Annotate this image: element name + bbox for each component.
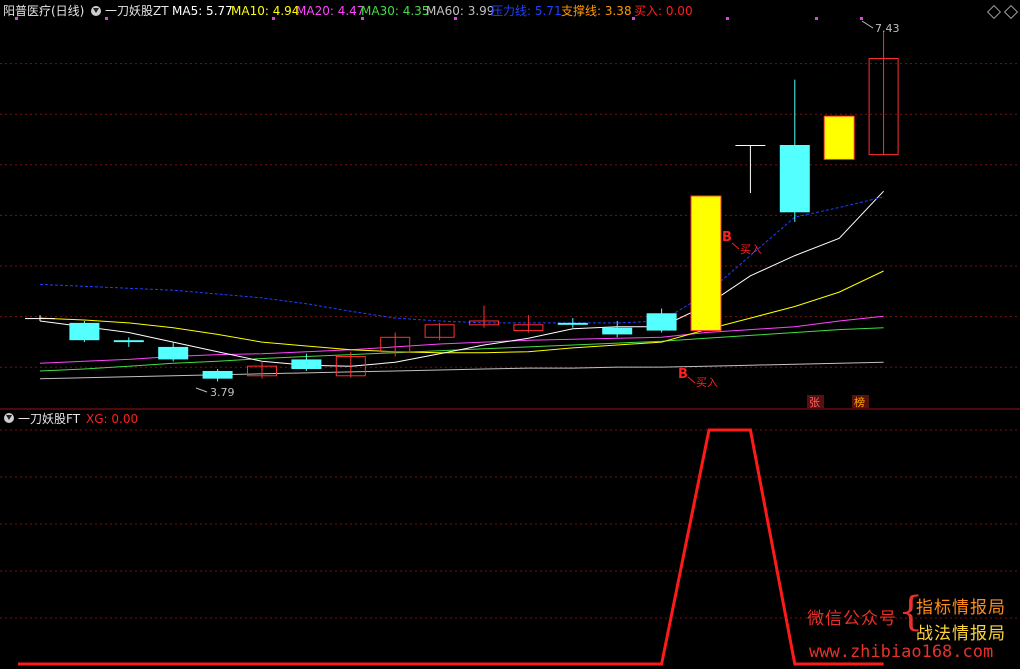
watermark-wechat: 微信公众号 xyxy=(807,609,897,629)
signal-buy-label: 买入 xyxy=(696,376,718,389)
marker-dot xyxy=(454,17,457,20)
sub-indicator-menu-icon[interactable] xyxy=(4,413,14,423)
candle-body xyxy=(69,322,100,341)
tag-bang[interactable]: 榜 xyxy=(854,395,865,409)
candle-body xyxy=(291,359,322,370)
sub-indicator-name[interactable]: 一刀妖股FT xyxy=(18,412,80,426)
xg-signal-line xyxy=(18,428,884,666)
low-price-label: 3.79 xyxy=(210,386,235,399)
candles xyxy=(25,31,899,382)
marker-dot xyxy=(860,17,863,20)
candle-body xyxy=(202,370,233,379)
xg-value: XG: 0.00 xyxy=(86,412,139,426)
tag-zhang[interactable]: 张 xyxy=(809,396,820,409)
marker-dot xyxy=(105,17,108,20)
watermark-url: www.zhibiao168.com xyxy=(809,642,994,662)
low-callout-line xyxy=(195,387,208,393)
sub-panel-legend: 一刀妖股FT XG: 0.00 xyxy=(0,410,1020,426)
marker-dot xyxy=(272,17,275,20)
signal-b-label: B xyxy=(678,367,688,382)
signal-buy-label: 买入 xyxy=(740,243,762,256)
watermark-line3: 战法情报局 xyxy=(916,624,1006,644)
candle-body xyxy=(779,145,810,213)
candle-body xyxy=(113,340,144,343)
candle-body xyxy=(602,327,633,335)
buy-callout-line xyxy=(687,376,696,384)
top-markers xyxy=(15,17,863,20)
high-callout-line xyxy=(861,20,874,29)
kline-chart[interactable]: 7.43 3.79 B 买入 B 买入 张 榜 xyxy=(0,0,1020,669)
high-price-label: 7.43 xyxy=(875,22,900,35)
xg-line xyxy=(18,428,884,666)
marker-dot xyxy=(815,17,818,20)
candle-body xyxy=(690,195,722,332)
marker-dot xyxy=(632,17,635,20)
watermark-line2: 指标情报局 xyxy=(916,598,1006,618)
candle-body xyxy=(823,115,855,160)
marker-dot xyxy=(15,17,18,20)
candle-body xyxy=(25,318,55,320)
candle-body xyxy=(646,313,677,331)
candle-body xyxy=(557,322,588,325)
signal-b-label: B xyxy=(722,230,732,245)
candle-body xyxy=(158,346,189,360)
price-grid xyxy=(0,63,1020,368)
candle-body xyxy=(735,145,766,146)
ma5-line xyxy=(39,190,884,367)
ma60-line xyxy=(39,361,884,380)
sub-panel-grid xyxy=(0,429,1020,619)
buy-callout-line xyxy=(731,242,740,250)
marker-dot xyxy=(726,17,729,20)
marker-dot xyxy=(361,17,364,20)
